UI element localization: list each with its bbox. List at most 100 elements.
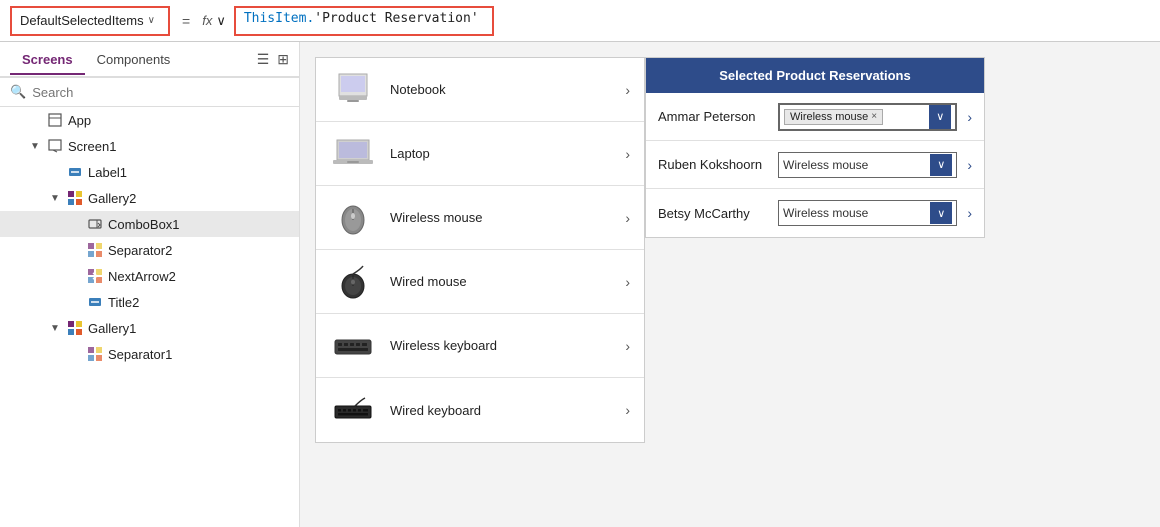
wireless-keyboard-icon <box>330 326 376 366</box>
tab-screens[interactable]: Screens <box>10 46 85 75</box>
right-panel: Selected Product Reservations Ammar Pete… <box>645 57 985 238</box>
laptop-icon <box>330 134 376 174</box>
canvas-area: Notebook › Laptop › <box>300 42 1160 527</box>
notebook-icon <box>330 70 376 110</box>
gallery-item-wireless-mouse[interactable]: Wireless mouse › <box>316 186 644 250</box>
tree-label-label1: Label1 <box>88 165 289 180</box>
combo-dropdown-btn-betsy[interactable]: ∨ <box>930 202 952 224</box>
tree-arrow-screen1[interactable]: ▼ <box>30 141 42 152</box>
tree-item-separator2[interactable]: Separator2 <box>0 237 299 263</box>
sidebar: Screens Components ☰ ⊞ 🔍 App <box>0 42 300 527</box>
separator2-icon <box>86 243 104 257</box>
formula-string: 'Product Reservation' <box>314 11 478 26</box>
gallery-item-wireless-keyboard[interactable]: Wireless keyboard › <box>316 314 644 378</box>
gallery-item-arrow-wired-keyboard: › <box>625 402 630 418</box>
fx-icon: fx <box>202 13 212 28</box>
right-panel-row-ammar: Ammar Peterson Wireless mouse × ∨ › <box>646 93 984 141</box>
gallery-item-arrow-notebook: › <box>625 82 630 98</box>
chevron-down-icon: ∨ <box>148 15 160 26</box>
tree-label-separator2: Separator2 <box>108 243 289 258</box>
tree-label-nextarrow2: NextArrow2 <box>108 269 289 284</box>
combo-dropdown-btn-ammar[interactable]: ∨ <box>929 105 951 129</box>
gallery-item-label-wired-mouse: Wired mouse <box>390 274 611 289</box>
gallery-list: Notebook › Laptop › <box>315 57 645 443</box>
tree-item-title2[interactable]: Title2 <box>0 289 299 315</box>
tree-item-nextarrow2[interactable]: NextArrow2 <box>0 263 299 289</box>
combo-area-ruben: Wireless mouse ∨ <box>778 152 957 178</box>
gallery2-icon <box>66 191 84 205</box>
tab-components[interactable]: Components <box>85 46 183 75</box>
gallery-item-notebook[interactable]: Notebook › <box>316 58 644 122</box>
search-icon: 🔍 <box>10 84 26 100</box>
person-name-ammar: Ammar Peterson <box>658 109 768 124</box>
person-name-betsy: Betsy McCarthy <box>658 206 768 221</box>
person-name-ruben: Ruben Kokshoorn <box>658 157 768 172</box>
tree-list: App ▼ Screen1 Label1 <box>0 107 299 527</box>
combobox-icon <box>86 217 104 231</box>
separator1-icon <box>86 347 104 361</box>
combo-box-betsy[interactable]: Wireless mouse ∨ <box>778 200 957 226</box>
combo-tag-remove-ammar[interactable]: × <box>871 111 877 122</box>
combo-box-text-betsy: Wireless mouse <box>783 206 930 220</box>
gallery-item-wired-keyboard[interactable]: Wired keyboard › <box>316 378 644 442</box>
right-panel-row-betsy: Betsy McCarthy Wireless mouse ∨ › <box>646 189 984 237</box>
combo-tag-text-ammar: Wireless mouse <box>790 111 868 123</box>
tree-item-screen1[interactable]: ▼ Screen1 <box>0 133 299 159</box>
tree-label-gallery2: Gallery2 <box>88 191 289 206</box>
tree-item-combobox1[interactable]: ComboBox1 <box>0 211 299 237</box>
sidebar-tab-icons: ☰ ⊞ <box>257 51 289 68</box>
gallery-item-label-laptop: Laptop <box>390 146 611 161</box>
property-label: DefaultSelectedItems <box>20 13 144 28</box>
property-select[interactable]: DefaultSelectedItems ∨ <box>10 6 170 36</box>
wired-mouse-icon <box>330 262 376 302</box>
tree-item-app[interactable]: App <box>0 107 299 133</box>
right-row-arrow-ammar[interactable]: › <box>967 109 972 125</box>
combo-expanded-ammar[interactable]: Wireless mouse × ∨ <box>778 103 957 131</box>
tree-item-label1[interactable]: Label1 <box>0 159 299 185</box>
title2-icon <box>86 295 104 309</box>
right-row-arrow-betsy[interactable]: › <box>967 205 972 221</box>
list-icon[interactable]: ☰ <box>257 51 270 68</box>
gallery-item-wired-mouse[interactable]: Wired mouse › <box>316 250 644 314</box>
gallery-item-label-wired-keyboard: Wired keyboard <box>390 403 611 418</box>
sidebar-search: 🔍 <box>0 78 299 107</box>
tree-arrow-gallery2[interactable]: ▼ <box>50 193 62 204</box>
gallery-item-arrow-laptop: › <box>625 146 630 162</box>
main-layout: Screens Components ☰ ⊞ 🔍 App <box>0 42 1160 527</box>
eq-sign: = <box>178 13 194 29</box>
tree-item-gallery2[interactable]: ▼ Gallery2 <box>0 185 299 211</box>
tree-label-combobox1: ComboBox1 <box>108 217 289 232</box>
label-icon <box>66 165 84 179</box>
combo-area-ammar: Wireless mouse × ∨ <box>778 103 957 131</box>
gallery-item-arrow-wired-mouse: › <box>625 274 630 290</box>
gallery-item-arrow-wireless-keyboard: › <box>625 338 630 354</box>
nextarrow2-icon <box>86 269 104 283</box>
tree-arrow-gallery1[interactable]: ▼ <box>50 323 62 334</box>
gallery-item-label-wireless-keyboard: Wireless keyboard <box>390 338 611 353</box>
gallery-item-label-notebook: Notebook <box>390 82 611 97</box>
right-row-arrow-ruben[interactable]: › <box>967 157 972 173</box>
wired-keyboard-icon <box>330 390 376 430</box>
formula-keyword: ThisItem. <box>244 11 314 26</box>
gallery-item-arrow-wireless-mouse: › <box>625 210 630 226</box>
combo-box-text-ruben: Wireless mouse <box>783 158 930 172</box>
combo-box-ruben[interactable]: Wireless mouse ∨ <box>778 152 957 178</box>
grid-icon[interactable]: ⊞ <box>277 51 289 68</box>
gallery-item-label-wireless-mouse: Wireless mouse <box>390 210 611 225</box>
screen-icon <box>46 139 64 153</box>
combo-tag-ammar: Wireless mouse × <box>784 109 883 125</box>
formula-input[interactable]: ThisItem.'Product Reservation' <box>234 6 494 36</box>
formula-bar: DefaultSelectedItems ∨ = fx ∨ ThisItem.'… <box>0 0 1160 42</box>
tree-label-app: App <box>68 113 289 128</box>
fx-chevron: ∨ <box>216 13 226 29</box>
search-input[interactable] <box>32 85 289 100</box>
tree-label-title2: Title2 <box>108 295 289 310</box>
tree-label-separator1: Separator1 <box>108 347 289 362</box>
combo-dropdown-btn-ruben[interactable]: ∨ <box>930 154 952 176</box>
tree-label-gallery1: Gallery1 <box>88 321 289 336</box>
gallery-item-laptop[interactable]: Laptop › <box>316 122 644 186</box>
right-panel-row-ruben: Ruben Kokshoorn Wireless mouse ∨ › <box>646 141 984 189</box>
tree-item-separator1[interactable]: Separator1 <box>0 341 299 367</box>
sidebar-tabs: Screens Components ☰ ⊞ <box>0 42 299 78</box>
tree-item-gallery1[interactable]: ▼ Gallery1 <box>0 315 299 341</box>
